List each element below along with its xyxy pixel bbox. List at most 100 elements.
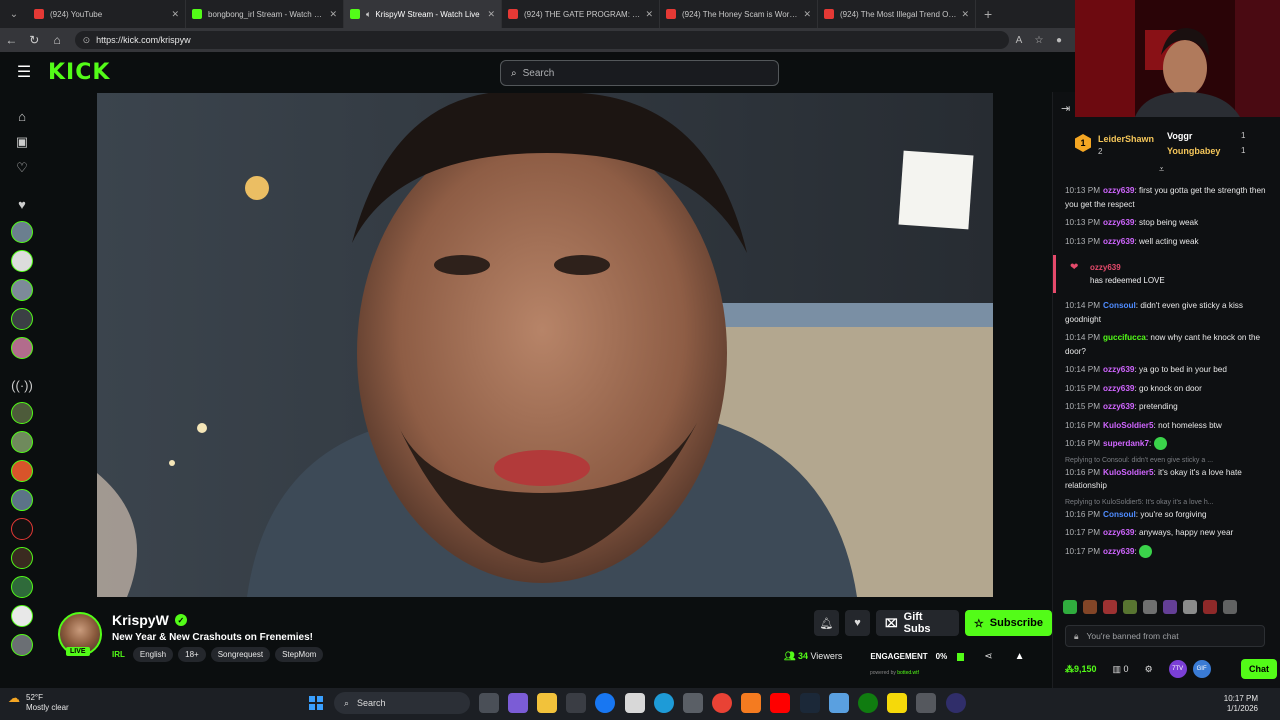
sidebar-channel-avatar[interactable] — [11, 307, 33, 330]
xbox-icon[interactable] — [858, 693, 879, 713]
read-aloud-icon[interactable]: A — [1009, 35, 1029, 46]
followed-channels-heart-icon[interactable]: ♥ — [12, 194, 32, 214]
sidebar-channel-avatar[interactable] — [11, 336, 33, 359]
tag-chip[interactable]: English — [132, 647, 174, 662]
steam-icon[interactable] — [799, 693, 820, 713]
copilot-icon[interactable] — [507, 693, 528, 713]
emote-icon[interactable] — [1083, 600, 1097, 614]
kicks-balance[interactable]: ▥ 0 — [1113, 664, 1129, 675]
emote-icon[interactable] — [1143, 600, 1157, 614]
msg-user[interactable]: ozzy639 — [1103, 528, 1134, 537]
msg-user[interactable]: ozzy639 — [1103, 402, 1134, 411]
video-player[interactable] — [97, 93, 993, 597]
reply-reference[interactable]: Replying to Consoul: didn't even give st… — [1065, 456, 1271, 466]
browser-tab[interactable]: (924) YouTube ✕ — [28, 0, 186, 28]
sidebar-channel-avatar[interactable] — [11, 633, 33, 656]
emote-icon[interactable] — [1123, 600, 1137, 614]
tag-chip[interactable]: 18+ — [178, 647, 206, 662]
emote-icon[interactable] — [1063, 600, 1077, 614]
follow-heart-icon[interactable]: ♥ — [844, 610, 870, 636]
msg-user[interactable]: KuloSoldier5 — [1103, 468, 1154, 477]
gift-subs-button[interactable]: ⌧ Gift Subs — [875, 610, 959, 636]
leader-name[interactable]: LeiderShawn — [1098, 134, 1154, 144]
powered-brand[interactable]: botted.wtf — [897, 670, 919, 676]
browser-tab[interactable]: bongbong_irl Stream - Watch Live ✕ — [186, 0, 344, 28]
notification-bell-icon[interactable]: 🔔︎ — [814, 610, 839, 636]
sidebar-channel-avatar[interactable] — [11, 546, 33, 569]
file-explorer-icon[interactable] — [536, 693, 557, 713]
following-heart-icon[interactable]: ♡ — [12, 158, 32, 178]
weather-widget[interactable]: ☁ 52°F Mostly clear — [8, 692, 69, 713]
sidebar-channel-avatar[interactable] — [11, 517, 33, 540]
extension-icon[interactable]: ● — [1049, 35, 1069, 46]
msg-user[interactable]: KuloSoldier5 — [1103, 421, 1154, 430]
search-input[interactable]: ⌕ Search — [500, 60, 779, 86]
msg-user[interactable]: ozzy639 — [1103, 186, 1134, 195]
windows-start-icon[interactable] — [306, 693, 326, 713]
vlc-icon[interactable] — [741, 693, 762, 713]
channel-points[interactable]: ⁂9,150 — [1065, 664, 1097, 675]
browser-tab[interactable]: (924) THE GATE PROGRAM: Were ✕ — [502, 0, 660, 28]
close-tab-icon[interactable]: ✕ — [171, 9, 179, 20]
facebook-icon[interactable] — [595, 693, 616, 713]
close-tab-icon[interactable]: ✕ — [645, 9, 653, 20]
calculator-icon[interactable] — [682, 693, 703, 713]
hamburger-menu-icon[interactable]: ☰ — [0, 62, 48, 82]
chat-send-button[interactable]: Chat — [1241, 659, 1277, 679]
emote-icon[interactable] — [1203, 600, 1217, 614]
report-warning-icon[interactable]: ▲ — [1015, 651, 1025, 662]
speaker-icon[interactable]: 🔈︎ — [366, 9, 371, 20]
sidebar-channel-avatar[interactable] — [11, 430, 33, 453]
new-tab-icon[interactable]: + — [984, 6, 992, 22]
emote-icon[interactable] — [1163, 600, 1177, 614]
youtube-icon[interactable] — [770, 693, 791, 713]
pinned-toggle-icon[interactable]: ⩡ — [1159, 164, 1164, 175]
task-view-icon[interactable] — [478, 693, 499, 713]
browser-tab[interactable]: (924) The Most Illegal Trend Of 20 ✕ — [818, 0, 976, 28]
kick-logo[interactable]: KICK — [48, 60, 110, 85]
taskbar-search[interactable]: ⌕ Search — [334, 692, 470, 714]
browser-tab-active[interactable]: 🔈︎ KrispyW Stream - Watch Live ✕ — [344, 0, 502, 28]
msg-user[interactable]: ozzy639 — [1103, 365, 1134, 374]
reload-icon[interactable]: ↻ — [23, 28, 46, 52]
sidebar-channel-avatar[interactable] — [11, 604, 33, 627]
close-tab-icon[interactable]: ✕ — [487, 9, 495, 20]
sidebar-channel-avatar[interactable] — [11, 459, 33, 482]
chat-settings-gear-icon[interactable]: ⚙ — [1145, 664, 1153, 675]
sidebar-channel-avatar[interactable] — [11, 401, 33, 424]
tab-search-icon[interactable]: ⌄ — [0, 0, 28, 28]
system-clock[interactable]: 10:17 PM 1/1/2026 — [1224, 694, 1258, 714]
redeem-user[interactable]: ozzy639 — [1090, 261, 1271, 274]
gif-icon[interactable]: GIF — [1192, 660, 1211, 678]
settings-gear-icon[interactable] — [916, 693, 937, 713]
recommended-icon[interactable]: ((·)) — [11, 375, 33, 395]
sidebar-channel-avatar[interactable] — [11, 488, 33, 511]
close-tab-icon[interactable]: ✕ — [329, 9, 337, 20]
leader-name[interactable]: Voggr — [1167, 131, 1192, 141]
store-icon[interactable] — [566, 693, 587, 713]
sidebar-channel-avatar[interactable] — [11, 575, 33, 598]
msg-user[interactable]: ozzy639 — [1103, 218, 1134, 227]
browse-icon[interactable]: ▣ — [12, 132, 32, 152]
leader-name[interactable]: Youngbabey — [1167, 146, 1220, 156]
sidebar-channel-avatar[interactable] — [11, 220, 33, 243]
channel-name[interactable]: KrispyW — [112, 612, 169, 628]
browser-tab[interactable]: (924) The Honey Scam is Worse T ✕ — [660, 0, 818, 28]
msg-user[interactable]: superdank7 — [1103, 439, 1149, 448]
snowflake-icon[interactable] — [828, 693, 849, 713]
close-tab-icon[interactable]: ✕ — [961, 9, 969, 20]
site-info-icon[interactable]: ⊙ — [83, 35, 91, 46]
subscribe-button[interactable]: ☆ Subscribe — [964, 610, 1052, 636]
reply-reference[interactable]: Replying to KuloSoldier5: It's okay it's… — [1065, 498, 1271, 508]
emote-icon[interactable] — [1223, 600, 1237, 614]
msg-user[interactable]: Consoul — [1103, 510, 1136, 519]
msg-user[interactable]: guccifucca — [1103, 333, 1146, 342]
emote-icon[interactable] — [1103, 600, 1117, 614]
amazon-icon[interactable] — [624, 693, 645, 713]
sidebar-channel-avatar[interactable] — [11, 249, 33, 272]
collapse-chat-icon[interactable]: ⇥ — [1061, 102, 1070, 115]
msg-user[interactable]: ozzy639 — [1103, 384, 1134, 393]
home-icon[interactable]: ⌂ — [46, 28, 69, 52]
edge-icon[interactable] — [653, 693, 674, 713]
url-field[interactable]: ⊙ https://kick.com/krispyw — [74, 31, 1009, 49]
